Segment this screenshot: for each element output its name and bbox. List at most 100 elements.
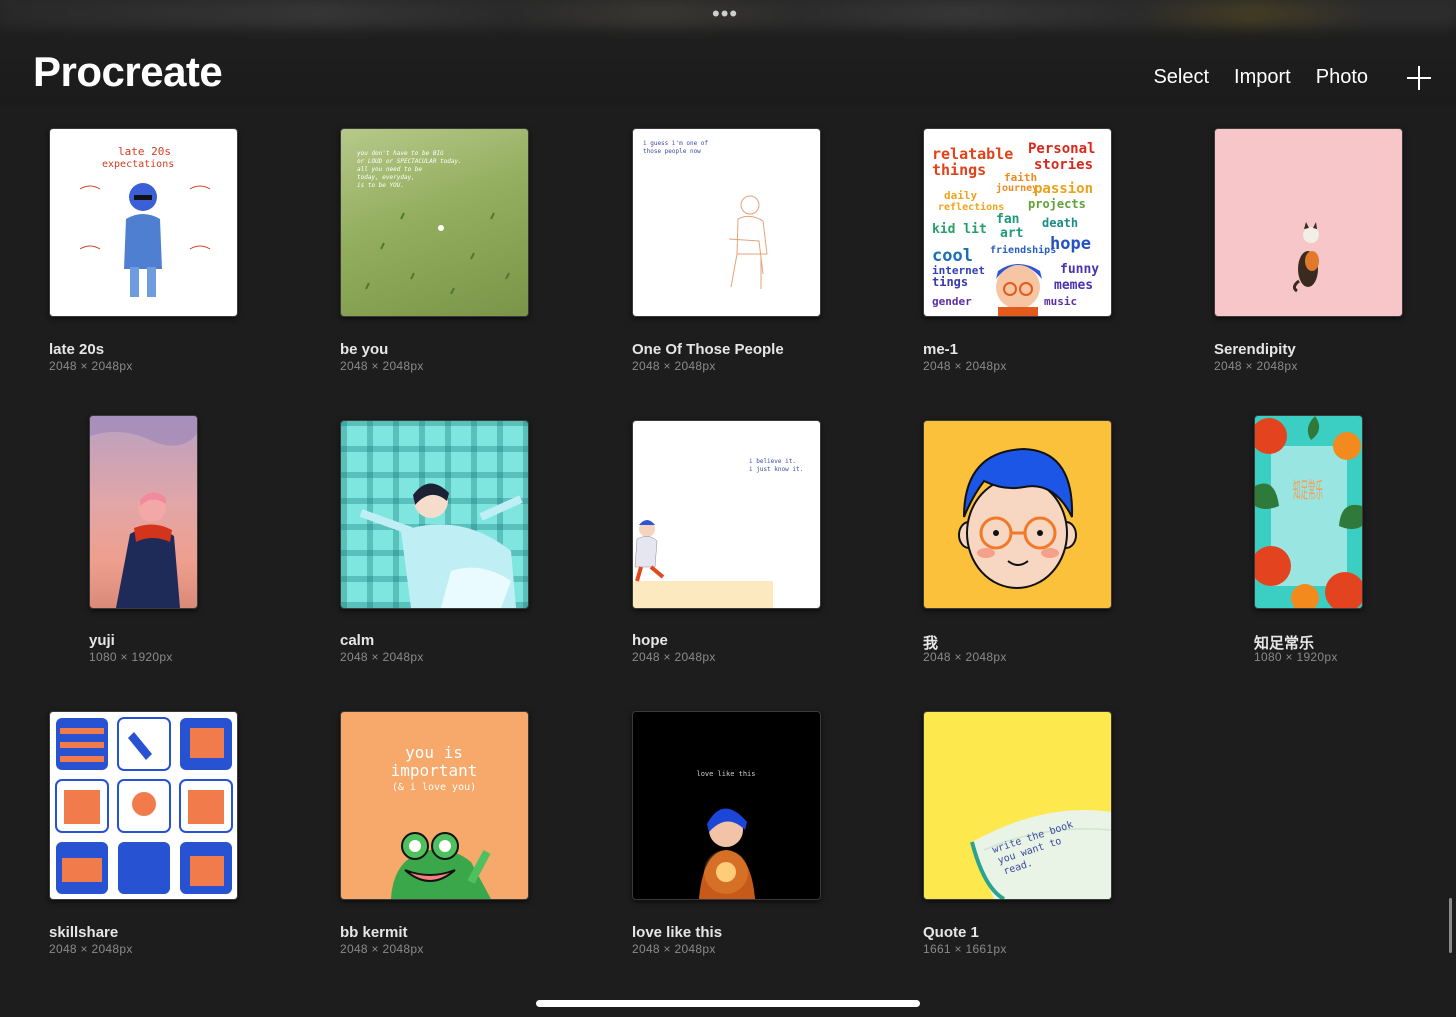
bb-kermit-art: you is important (& i love you) bbox=[391, 743, 491, 899]
me-1-art: relatable things Personal stories faith … bbox=[932, 141, 1099, 316]
artwork-title: Serendipity bbox=[1214, 341, 1296, 358]
artwork-title: love like this bbox=[632, 924, 723, 941]
art-text: funny bbox=[1060, 262, 1099, 277]
artwork-size: 2048 × 2048px bbox=[923, 650, 1007, 664]
art-text: fan bbox=[996, 212, 1019, 227]
art-text: friendships bbox=[990, 244, 1056, 256]
art-text: i believe it. bbox=[749, 458, 796, 465]
art-text: cool bbox=[932, 246, 973, 266]
art-text: tings bbox=[932, 275, 968, 289]
art-text: is to be YOU. bbox=[357, 182, 404, 189]
artwork-size: 2048 × 2048px bbox=[923, 359, 1007, 373]
art-text: art bbox=[1000, 226, 1023, 241]
art-text: love like this bbox=[696, 770, 755, 778]
art-text: reflections bbox=[938, 201, 1004, 213]
quote-1-art: write the book you want to read. bbox=[970, 810, 1111, 899]
hope-art: i believe it. i just know it. bbox=[633, 458, 803, 608]
art-text: Personal bbox=[1028, 141, 1095, 157]
art-text: projects bbox=[1028, 197, 1086, 211]
artwork-title: bb kermit bbox=[340, 924, 408, 941]
app-title: Procreate bbox=[33, 48, 223, 95]
art-text: today, everyday, bbox=[357, 174, 415, 181]
art-text: memes bbox=[1054, 278, 1093, 293]
art-text: i guess i'm one of bbox=[643, 140, 708, 147]
artwork-size: 2048 × 2048px bbox=[49, 942, 133, 956]
artwork-title: calm bbox=[340, 632, 375, 649]
artwork-size: 2048 × 2048px bbox=[340, 650, 424, 664]
plus-icon[interactable] bbox=[1404, 63, 1434, 93]
artwork-thumbnail[interactable]: relatable things Personal stories faith … bbox=[923, 128, 1112, 317]
scrollbar[interactable] bbox=[1449, 898, 1452, 953]
artwork-title: yuji bbox=[89, 632, 115, 649]
art-text: daily bbox=[944, 189, 977, 202]
photo-button[interactable]: Photo bbox=[1316, 66, 1368, 89]
serendipity-art bbox=[1292, 222, 1319, 293]
me-art bbox=[958, 447, 1077, 589]
artwork-thumbnail[interactable] bbox=[340, 420, 529, 609]
art-text: death bbox=[1042, 216, 1078, 230]
artwork-thumbnail[interactable]: you is important (& i love you) bbox=[340, 711, 529, 900]
artwork-size: 2048 × 2048px bbox=[49, 359, 133, 373]
artwork-thumbnail[interactable]: love like this bbox=[632, 711, 821, 900]
art-text: journey bbox=[996, 182, 1038, 194]
art-text: 知足常乐 bbox=[1293, 479, 1323, 504]
art-text: late 20s bbox=[118, 145, 171, 158]
art-text: expectations bbox=[102, 159, 174, 170]
header-actions: Select Import Photo bbox=[1153, 66, 1368, 89]
art-text: music bbox=[1044, 295, 1077, 308]
artwork-title: hope bbox=[632, 632, 668, 649]
artwork-title: me-1 bbox=[923, 341, 959, 358]
yuji-art bbox=[90, 416, 197, 608]
artwork-thumbnail[interactable]: i guess i'm one of those people now bbox=[632, 128, 821, 317]
multitasking-dots-icon[interactable]: ••• bbox=[712, 3, 738, 25]
artwork-thumbnail[interactable]: write the book you want to read. bbox=[923, 711, 1112, 900]
artwork-thumbnail[interactable] bbox=[1214, 128, 1403, 317]
artwork-size: 2048 × 2048px bbox=[1214, 359, 1298, 373]
artwork-title: be you bbox=[340, 341, 389, 358]
artwork-title: skillshare bbox=[49, 924, 119, 941]
artwork-thumbnail[interactable]: i believe it. i just know it. bbox=[632, 420, 821, 609]
artwork-size: 1080 × 1920px bbox=[1254, 650, 1338, 664]
art-text: important bbox=[391, 761, 478, 780]
art-text: all you need to be bbox=[357, 166, 422, 173]
import-button[interactable]: Import bbox=[1234, 66, 1291, 89]
art-text: i just know it. bbox=[749, 466, 803, 473]
home-indicator[interactable] bbox=[536, 1000, 920, 1007]
art-text: hope bbox=[1050, 234, 1091, 254]
art-text: you don't have to be BIG bbox=[356, 150, 444, 157]
artwork-title: Quote 1 bbox=[923, 924, 979, 941]
late-20s-art: late 20s expectations bbox=[79, 145, 211, 297]
zhizu-art: 知足常乐 bbox=[1255, 416, 1362, 608]
art-text: passion bbox=[1034, 181, 1093, 197]
artwork-size: 2048 × 2048px bbox=[632, 650, 716, 664]
art-text: things bbox=[932, 161, 986, 179]
art-text: kid lit bbox=[932, 222, 987, 237]
artwork-size: 2048 × 2048px bbox=[340, 359, 424, 373]
calm-art bbox=[359, 483, 523, 608]
be-you-art: you don't have to be BIG or LOUD or SPEC… bbox=[356, 150, 510, 295]
skillshare-art bbox=[55, 717, 233, 894]
artwork-thumbnail[interactable] bbox=[89, 415, 198, 609]
artwork-thumbnail[interactable]: you don't have to be BIG or LOUD or SPEC… bbox=[340, 128, 529, 317]
art-text: you is bbox=[405, 743, 463, 762]
artwork-title: late 20s bbox=[49, 341, 105, 358]
artwork-thumbnail[interactable]: 知足常乐 bbox=[1254, 415, 1363, 609]
artwork-thumbnail[interactable] bbox=[923, 420, 1112, 609]
art-text: (& i love you) bbox=[392, 782, 476, 793]
art-text: or LOUD or SPECTACULAR today. bbox=[357, 158, 462, 165]
one-of-those-people-art: i guess i'm one of those people now bbox=[643, 140, 768, 289]
select-button[interactable]: Select bbox=[1153, 66, 1209, 89]
artwork-size: 1080 × 1920px bbox=[89, 650, 173, 664]
top-bar: ••• Procreate Select Import Photo bbox=[0, 0, 1456, 105]
artwork-thumbnail[interactable] bbox=[49, 711, 238, 900]
artwork-size: 1661 × 1661px bbox=[923, 942, 1007, 956]
artwork-size: 2048 × 2048px bbox=[632, 359, 716, 373]
love-like-this-art: love like this bbox=[696, 770, 756, 899]
artwork-size: 2048 × 2048px bbox=[632, 942, 716, 956]
artwork-title: One Of Those People bbox=[632, 341, 784, 358]
art-text: those people now bbox=[643, 148, 701, 155]
art-text: gender bbox=[932, 295, 972, 308]
artwork-size: 2048 × 2048px bbox=[340, 942, 424, 956]
art-text: stories bbox=[1034, 157, 1093, 173]
artwork-thumbnail[interactable]: late 20s expectations bbox=[49, 128, 238, 317]
